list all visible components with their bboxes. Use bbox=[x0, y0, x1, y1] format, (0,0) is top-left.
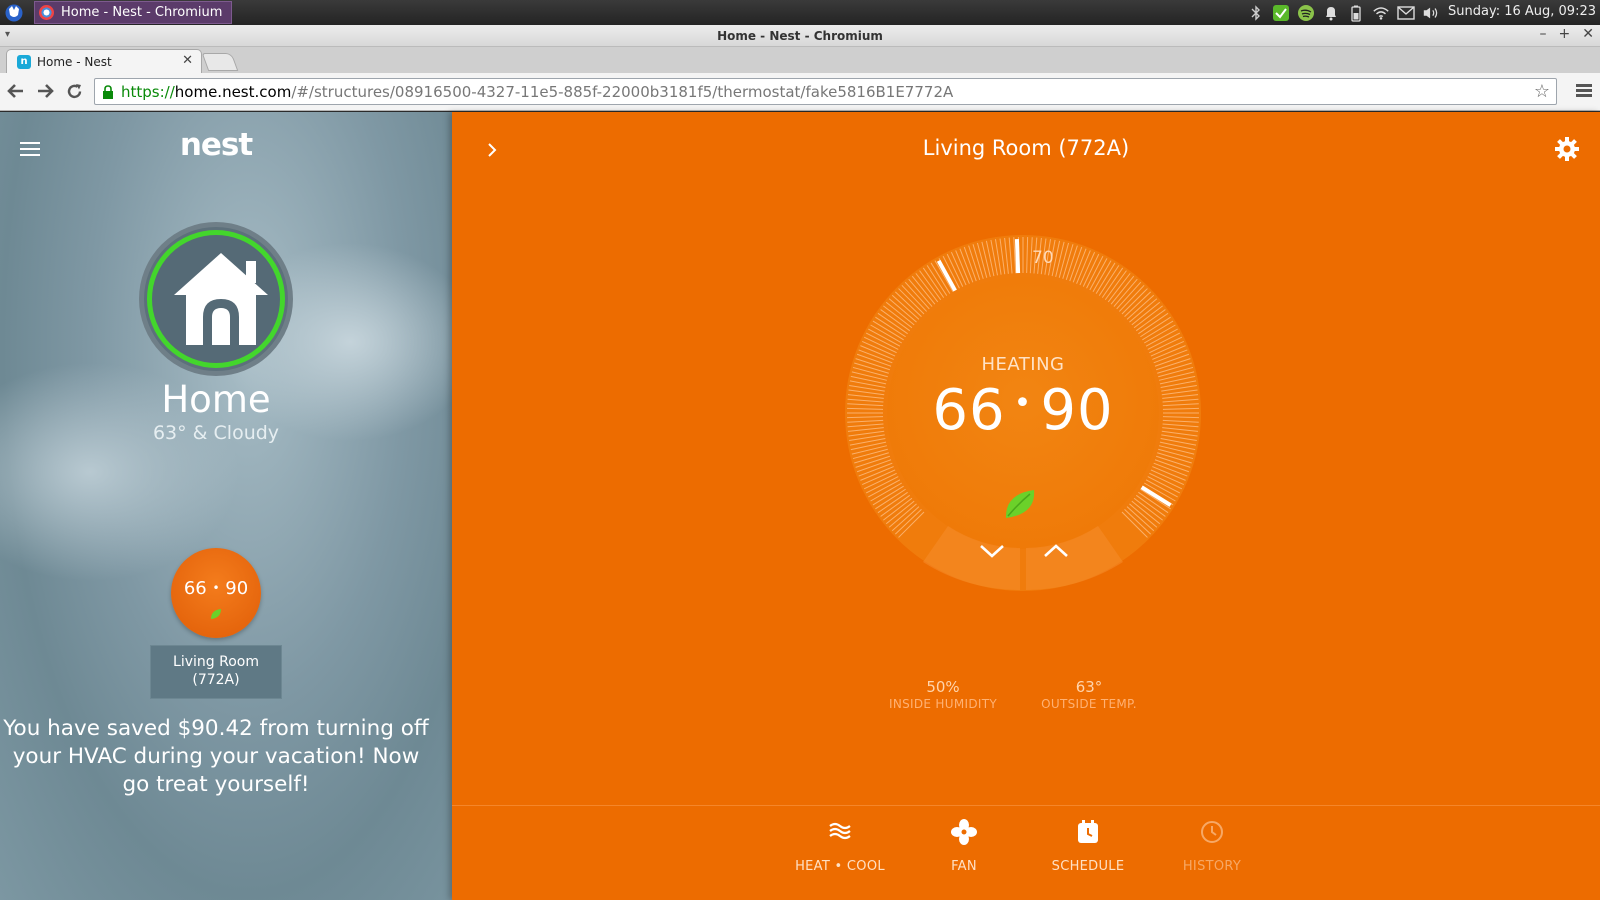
chevron-down-icon bbox=[980, 545, 1004, 558]
maximize-button[interactable]: + bbox=[1559, 26, 1571, 42]
bluetooth-icon[interactable] bbox=[1247, 4, 1265, 22]
nest-logo: nest bbox=[179, 127, 253, 163]
app-menu-icon[interactable] bbox=[4, 3, 24, 22]
browser-menu-button[interactable] bbox=[1576, 82, 1592, 100]
schedule-button[interactable]: SCHEDULE bbox=[1038, 818, 1138, 874]
volume-icon[interactable] bbox=[1422, 4, 1440, 22]
wifi-icon[interactable] bbox=[1372, 4, 1390, 22]
thermostat-title: Living Room (772A) bbox=[922, 136, 1130, 160]
browser-toolbar: https://home.nest.com/#/structures/08916… bbox=[0, 73, 1600, 111]
tab-home-nest[interactable]: n Home - Nest ✕ bbox=[6, 49, 202, 73]
tab-close-button[interactable]: ✕ bbox=[182, 53, 193, 68]
gear-icon[interactable] bbox=[1554, 136, 1580, 162]
spotify-icon[interactable] bbox=[1297, 4, 1315, 22]
taskbar-item-label: Home - Nest - Chromium bbox=[61, 5, 223, 20]
temperature-up-button[interactable] bbox=[1026, 532, 1086, 582]
heat-cool-button[interactable]: HEAT • COOL bbox=[790, 818, 890, 874]
home-weather: 63° & Cloudy bbox=[152, 422, 280, 444]
battery-icon[interactable] bbox=[1347, 4, 1365, 22]
tab-label: Home - Nest bbox=[37, 54, 112, 69]
back-button[interactable] bbox=[5, 80, 27, 102]
forward-button[interactable] bbox=[34, 80, 56, 102]
current-temp-marker bbox=[1014, 239, 1021, 274]
divider bbox=[452, 805, 1600, 806]
system-tray bbox=[1247, 2, 1440, 24]
thermostat-dial[interactable]: 70 HEATING 66 • 90 bbox=[844, 234, 1202, 592]
schedule-icon bbox=[1078, 820, 1098, 843]
window-title: Home - Nest - Chromium bbox=[717, 29, 883, 43]
inside-humidity: 50% INSIDE HUMIDITY bbox=[889, 678, 997, 711]
leaf-icon bbox=[211, 609, 221, 619]
history-button[interactable]: HISTORY bbox=[1162, 818, 1262, 874]
home-name: Home bbox=[161, 378, 271, 421]
thermostat-panel: Living Room (772A) 70 HEATING 66 • 90 50… bbox=[452, 112, 1600, 900]
bookmark-star-icon[interactable]: ☆ bbox=[1534, 81, 1550, 102]
heat-cool-icon bbox=[829, 822, 851, 840]
outside-temp: 63° OUTSIDE TEMP. bbox=[1041, 678, 1137, 711]
new-tab-button[interactable] bbox=[201, 53, 239, 71]
history-icon bbox=[1201, 821, 1223, 843]
address-bar[interactable]: https://home.nest.com/#/structures/08916… bbox=[94, 78, 1557, 105]
lock-icon[interactable] bbox=[101, 84, 115, 99]
window-titlebar: ▾ Home - Nest - Chromium – + ✕ bbox=[0, 25, 1600, 47]
taskbar-item-chromium[interactable]: Home - Nest - Chromium bbox=[34, 1, 232, 24]
temperature-down-button[interactable] bbox=[962, 532, 1022, 582]
reload-icon bbox=[67, 83, 81, 98]
home-sidebar: nest Home 63° & Cloudy 66 • 90 Living Ro… bbox=[0, 112, 452, 900]
savings-message: You have saved $90.42 from turning off y… bbox=[3, 716, 429, 797]
home-icon bbox=[174, 253, 268, 345]
chevron-up-icon bbox=[1044, 544, 1068, 557]
mail-icon[interactable] bbox=[1397, 4, 1415, 22]
close-window-button[interactable]: ✕ bbox=[1582, 26, 1594, 42]
nest-page: nest Home 63° & Cloudy 66 • 90 Living Ro… bbox=[0, 112, 1600, 900]
mini-thermostat-temps: 66 • 90 bbox=[183, 578, 249, 599]
home-structure-button[interactable] bbox=[139, 222, 293, 376]
tab-strip: n Home - Nest ✕ bbox=[0, 47, 1600, 73]
os-top-panel: Home - Nest - Chromium Sunday: 16 Aug, 0… bbox=[0, 0, 1600, 25]
dial-ticks bbox=[845, 235, 1201, 591]
reload-button[interactable] bbox=[63, 80, 85, 102]
notification-bell-icon[interactable] bbox=[1322, 4, 1340, 22]
update-icon[interactable] bbox=[1272, 4, 1290, 22]
minimize-button[interactable]: – bbox=[1540, 26, 1547, 42]
url-text[interactable]: https://home.nest.com/#/structures/08916… bbox=[121, 83, 953, 101]
mini-thermostat-button[interactable]: 66 • 90 bbox=[171, 548, 261, 638]
forward-arrow-icon bbox=[38, 84, 54, 98]
fan-button[interactable]: FAN bbox=[914, 818, 1014, 874]
system-clock[interactable]: Sunday: 16 Aug, 09:23 bbox=[1448, 4, 1596, 19]
device-label[interactable]: Living Room (772A) bbox=[150, 645, 282, 699]
window-menu-icon[interactable]: ▾ bbox=[5, 29, 10, 40]
back-arrow-icon bbox=[7, 84, 23, 98]
chromium-icon bbox=[39, 5, 54, 20]
fan-icon bbox=[951, 819, 977, 845]
nest-favicon-icon: n bbox=[17, 54, 31, 69]
